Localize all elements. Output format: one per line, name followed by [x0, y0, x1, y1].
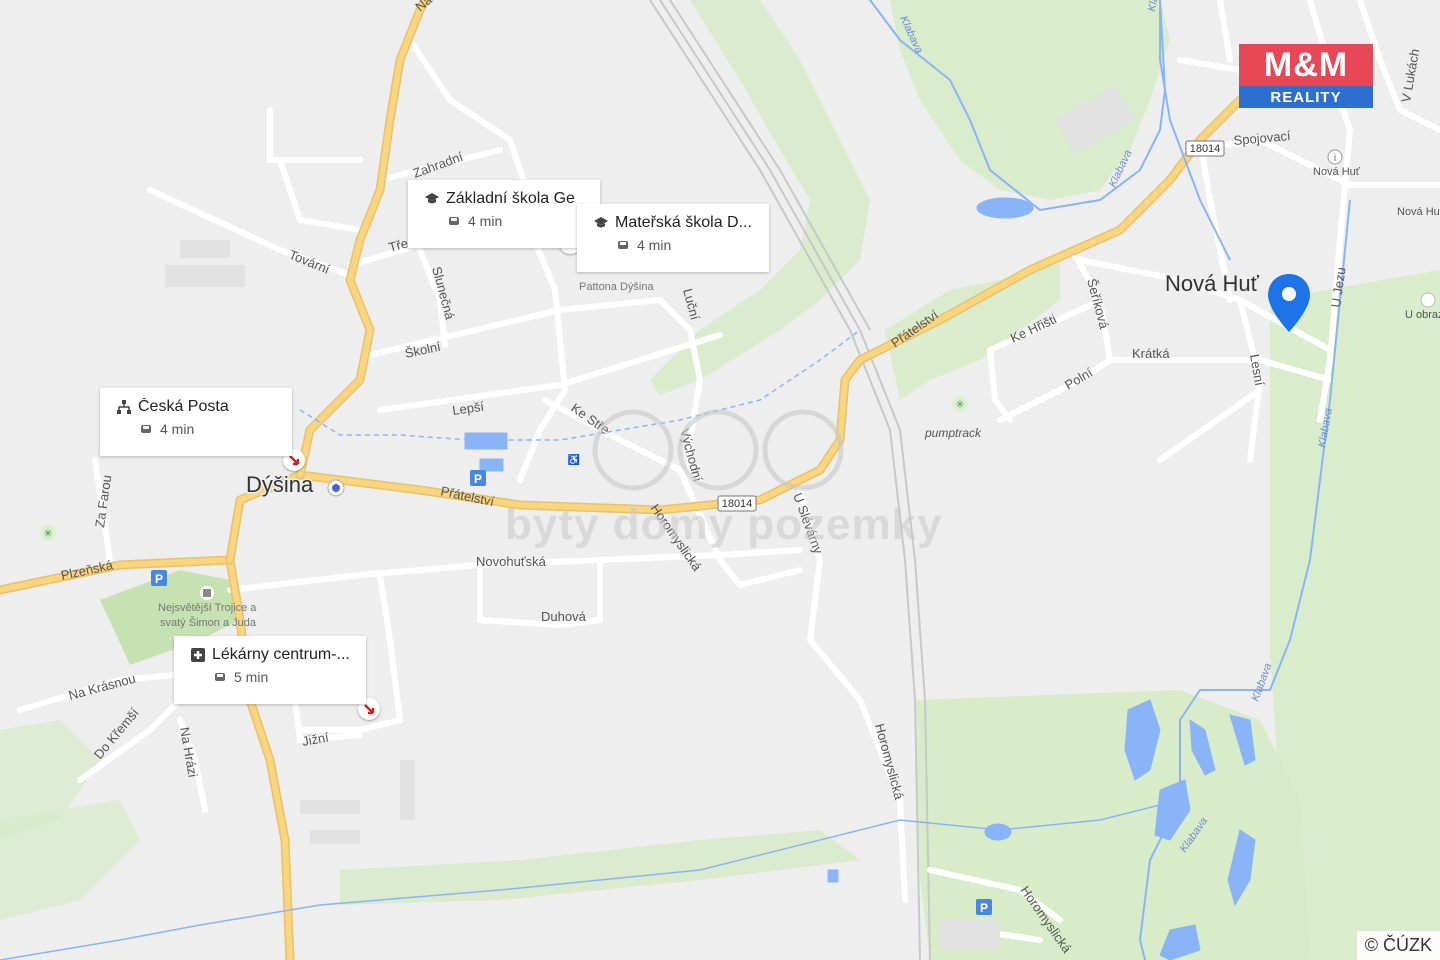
place-label-nova-hut-small-1: Nová Huť [1313, 166, 1361, 178]
poi-card-title: Česká Posta [138, 398, 229, 415]
parking-icon[interactable]: P [976, 899, 992, 915]
school-icon [424, 191, 440, 207]
town-label-dysina: Dýšina [246, 472, 314, 497]
logo-bottom-text: REALITY [1239, 86, 1373, 108]
place-label-patton: Pattona Dýšina [579, 281, 654, 293]
poi-card-ceska-posta[interactable]: Česká Posta 4 min [100, 388, 292, 456]
street-label-kratka: Krátká [1132, 346, 1170, 361]
map-canvas[interactable]: Nádražní Zahradní Tovární Tře Slunečná Š… [0, 0, 1440, 960]
post-box-icon[interactable] [327, 479, 345, 497]
school-icon [593, 215, 609, 231]
poi-card-time: 5 min [234, 669, 269, 685]
car-icon [212, 669, 228, 685]
map-copyright: © ČÚZK [1356, 931, 1440, 960]
sports-icon[interactable]: ✳ [952, 396, 968, 412]
car-icon [615, 237, 631, 253]
car-icon [446, 213, 462, 229]
poi-card-time: 4 min [637, 237, 672, 253]
place-label-kostel-1: Nejsvětější Trojice a [158, 602, 257, 614]
svg-text:P: P [155, 572, 163, 586]
town-label-nova-hut: Nová Huť [1165, 271, 1260, 296]
road-shield-1: 18014 [1185, 140, 1225, 157]
logo-top-text: M&M [1239, 44, 1373, 86]
street-label-novohutska: Novohuťská [476, 554, 547, 569]
svg-text:✳: ✳ [955, 399, 964, 411]
poi-card-zakladni-skola[interactable]: Základní škola Ge 4 min [408, 180, 600, 248]
svg-text:P: P [474, 472, 482, 486]
place-icon[interactable] [1420, 292, 1436, 308]
poi-card-materska-skola[interactable]: Mateřská škola D... 4 min [577, 204, 769, 272]
poi-card-title: Základní škola Ge [446, 190, 575, 207]
parking-icon[interactable]: P [151, 570, 167, 586]
svg-text:i: i [1334, 153, 1336, 164]
watermark-text: byty domy pozemky [505, 500, 943, 549]
pharmacy-icon [190, 647, 206, 663]
parking-icon[interactable]: P [470, 470, 486, 486]
sports-icon[interactable]: ✳ [40, 525, 56, 541]
place-label-pumptrack: pumptrack [924, 426, 982, 440]
svg-text:P: P [980, 901, 988, 915]
brand-logo: M&M REALITY [1239, 44, 1373, 108]
poi-card-title: Lékárny centrum-... [212, 646, 350, 663]
location-pin-icon[interactable] [1266, 272, 1312, 334]
poi-card-time: 4 min [160, 421, 195, 437]
place-label-kostel-2: svatý Šimon a Juda [160, 616, 257, 629]
school-poi-icon[interactable]: ♿ [567, 452, 581, 466]
poi-card-lekarny[interactable]: Lékárny centrum-... 5 min [174, 636, 366, 704]
poi-card-time: 4 min [468, 213, 503, 229]
svg-text:✳: ✳ [43, 528, 52, 540]
post-office-icon [116, 399, 132, 415]
svg-text:♿: ♿ [568, 453, 580, 466]
church-icon[interactable] [200, 586, 214, 600]
place-label-u-obraz: U obraz [1405, 309, 1440, 321]
svg-text:18014: 18014 [1190, 143, 1221, 155]
place-label-nova-hut-small-2: Nová Hut [1397, 206, 1440, 218]
info-icon[interactable]: i [1327, 149, 1343, 165]
car-icon [138, 421, 154, 437]
street-label-duhova: Duhová [541, 609, 587, 624]
poi-card-title: Mateřská škola D... [615, 214, 752, 231]
